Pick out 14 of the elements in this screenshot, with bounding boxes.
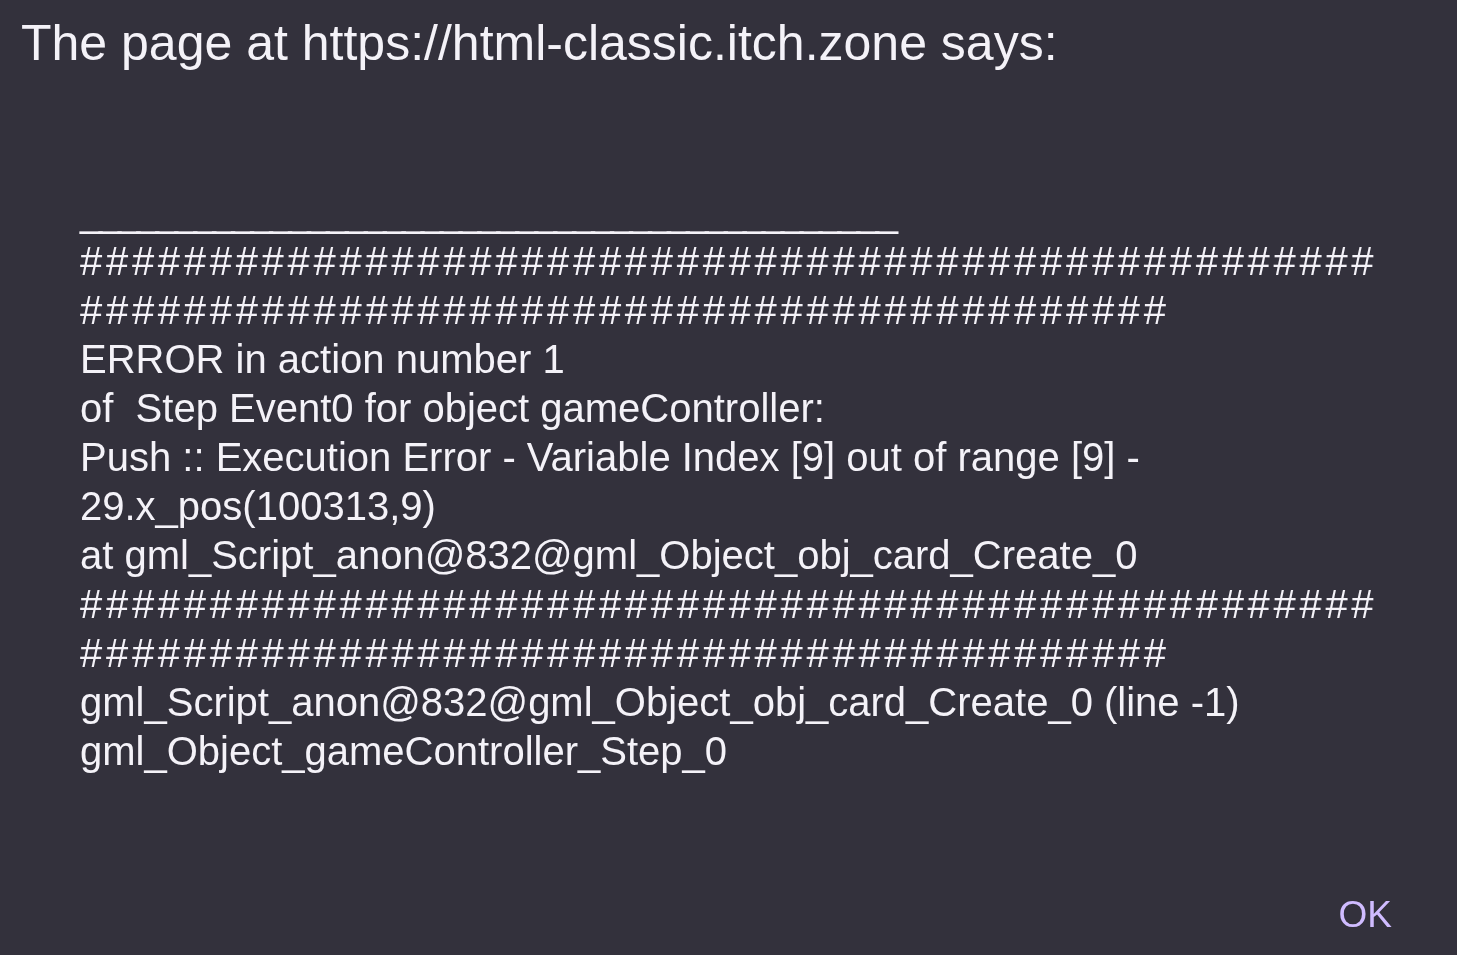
message-line: 29.x_pos(100313,9) (80, 483, 436, 530)
message-line: ########################################## (80, 630, 1170, 677)
message-line: of Step Event0 for object gameController: (80, 385, 825, 432)
message-line: at gml_Script_anon@832@gml_Object_obj_card_Create_0 (80, 532, 1138, 579)
message-line: gml_Script_anon@832@gml_Object_obj_card_Create_0 (line -1) (80, 679, 1240, 726)
message-line: ___________________________________________ (80, 189, 895, 236)
message-line: ################################################## (80, 238, 1378, 285)
message-line: gml_Object_gameController_Step_0 (80, 728, 728, 775)
message-line: ########################################## (80, 287, 1170, 334)
message-line: Push :: Execution Error - Variable Index [9] out of range [9] - (80, 434, 1140, 481)
message-line: ERROR in action number 1 (80, 336, 565, 383)
dialog-title: The page at https://html-classic.itch.zone says: (21, 14, 1058, 72)
message-line: ################################################## (80, 581, 1378, 628)
ok-button[interactable]: OK (1325, 887, 1405, 943)
